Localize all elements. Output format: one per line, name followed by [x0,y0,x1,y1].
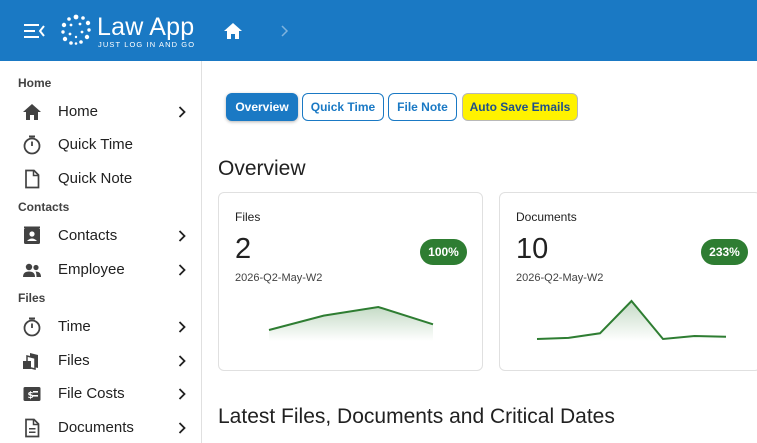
stopwatch-icon [23,317,41,337]
sidebar-section-home: Home [18,76,52,90]
sidebar-item-label: Contacts [58,227,118,244]
card-period: 2026-Q2-May-W2 [516,272,604,284]
app-name: Law App [97,13,195,41]
tab-quick-time[interactable]: Quick Time [302,93,384,121]
sidebar-item-time[interactable]: Time [0,311,201,343]
card-value: 2 [235,233,252,265]
files-sparkline [268,305,434,341]
chevron-right-icon [178,264,186,276]
chevron-right-icon [178,230,186,242]
files-stack-icon [23,353,38,370]
sidebar-item-label: File Costs [58,385,125,402]
sidebar-item-quick-time[interactable]: Quick Time [0,129,201,161]
sidebar-item-label: Home [58,103,99,120]
document-lines-icon [25,418,40,438]
card-title: Files [235,210,261,224]
sidebar-item-contacts[interactable]: Contacts [0,220,201,252]
svg-text:$: $ [28,391,34,401]
chevron-right-icon [178,355,186,367]
document-icon [25,169,40,189]
chevron-right-icon [178,321,186,333]
change-badge: 100% [420,239,467,265]
chevron-right-icon [178,106,186,118]
sidebar-section-files: Files [18,291,46,305]
sidebar-item-quick-note[interactable]: Quick Note [0,163,201,195]
chevron-right-icon [281,25,289,37]
sidebar-item-label: Quick Note [58,170,133,187]
law-app-logo-icon [61,14,91,45]
card-value: 10 [516,233,549,265]
top-app-bar: Law App JUST LOG IN AND GO [0,0,757,61]
sidebar-item-label: Time [58,318,91,335]
documents-sparkline [536,299,727,341]
stopwatch-icon [23,135,41,155]
contact-card-icon [24,226,40,244]
sidebar-item-file-costs[interactable]: $ File Costs [0,378,201,410]
chevron-right-icon [178,388,186,400]
change-badge: 233% [701,239,748,265]
sidebar-section-contacts: Contacts [18,200,70,214]
tab-overview[interactable]: Overview [226,93,298,121]
sidebar-item-documents[interactable]: Documents [0,412,201,443]
tab-auto-save-emails[interactable]: Auto Save Emails [462,93,578,121]
sidebar-item-label: Employee [58,261,125,278]
latest-heading: Latest Files, Documents and Critical Dat… [218,405,615,428]
card-title: Documents [516,210,577,224]
sidebar-item-label: Quick Time [58,136,134,153]
sidebar-item-label: Files [58,352,90,369]
overview-heading: Overview [218,157,306,180]
sparkline-area [537,301,726,341]
card-period: 2026-Q2-May-W2 [235,272,323,284]
files-stat-card[interactable]: Files 2 100% 2026-Q2-May-W2 [218,192,483,371]
people-icon [23,263,41,277]
documents-stat-card[interactable]: Documents 10 233% 2026-Q2-May-W2 [499,192,757,371]
tab-file-note[interactable]: File Note [388,93,457,121]
sidebar: Home Home Quick Time Quick Note Contacts [0,61,202,443]
sidebar-item-home[interactable]: Home [0,96,201,128]
home-icon[interactable] [222,21,244,41]
menu-collapse-icon[interactable] [22,21,46,41]
sidebar-item-label: Documents [58,419,134,436]
sidebar-item-employee[interactable]: Employee [0,254,201,286]
sidebar-item-files[interactable]: Files [0,345,201,377]
money-icon: $ [23,387,41,401]
home-icon [23,104,41,120]
chevron-right-icon [178,422,186,434]
app-tagline: JUST LOG IN AND GO [98,40,196,49]
